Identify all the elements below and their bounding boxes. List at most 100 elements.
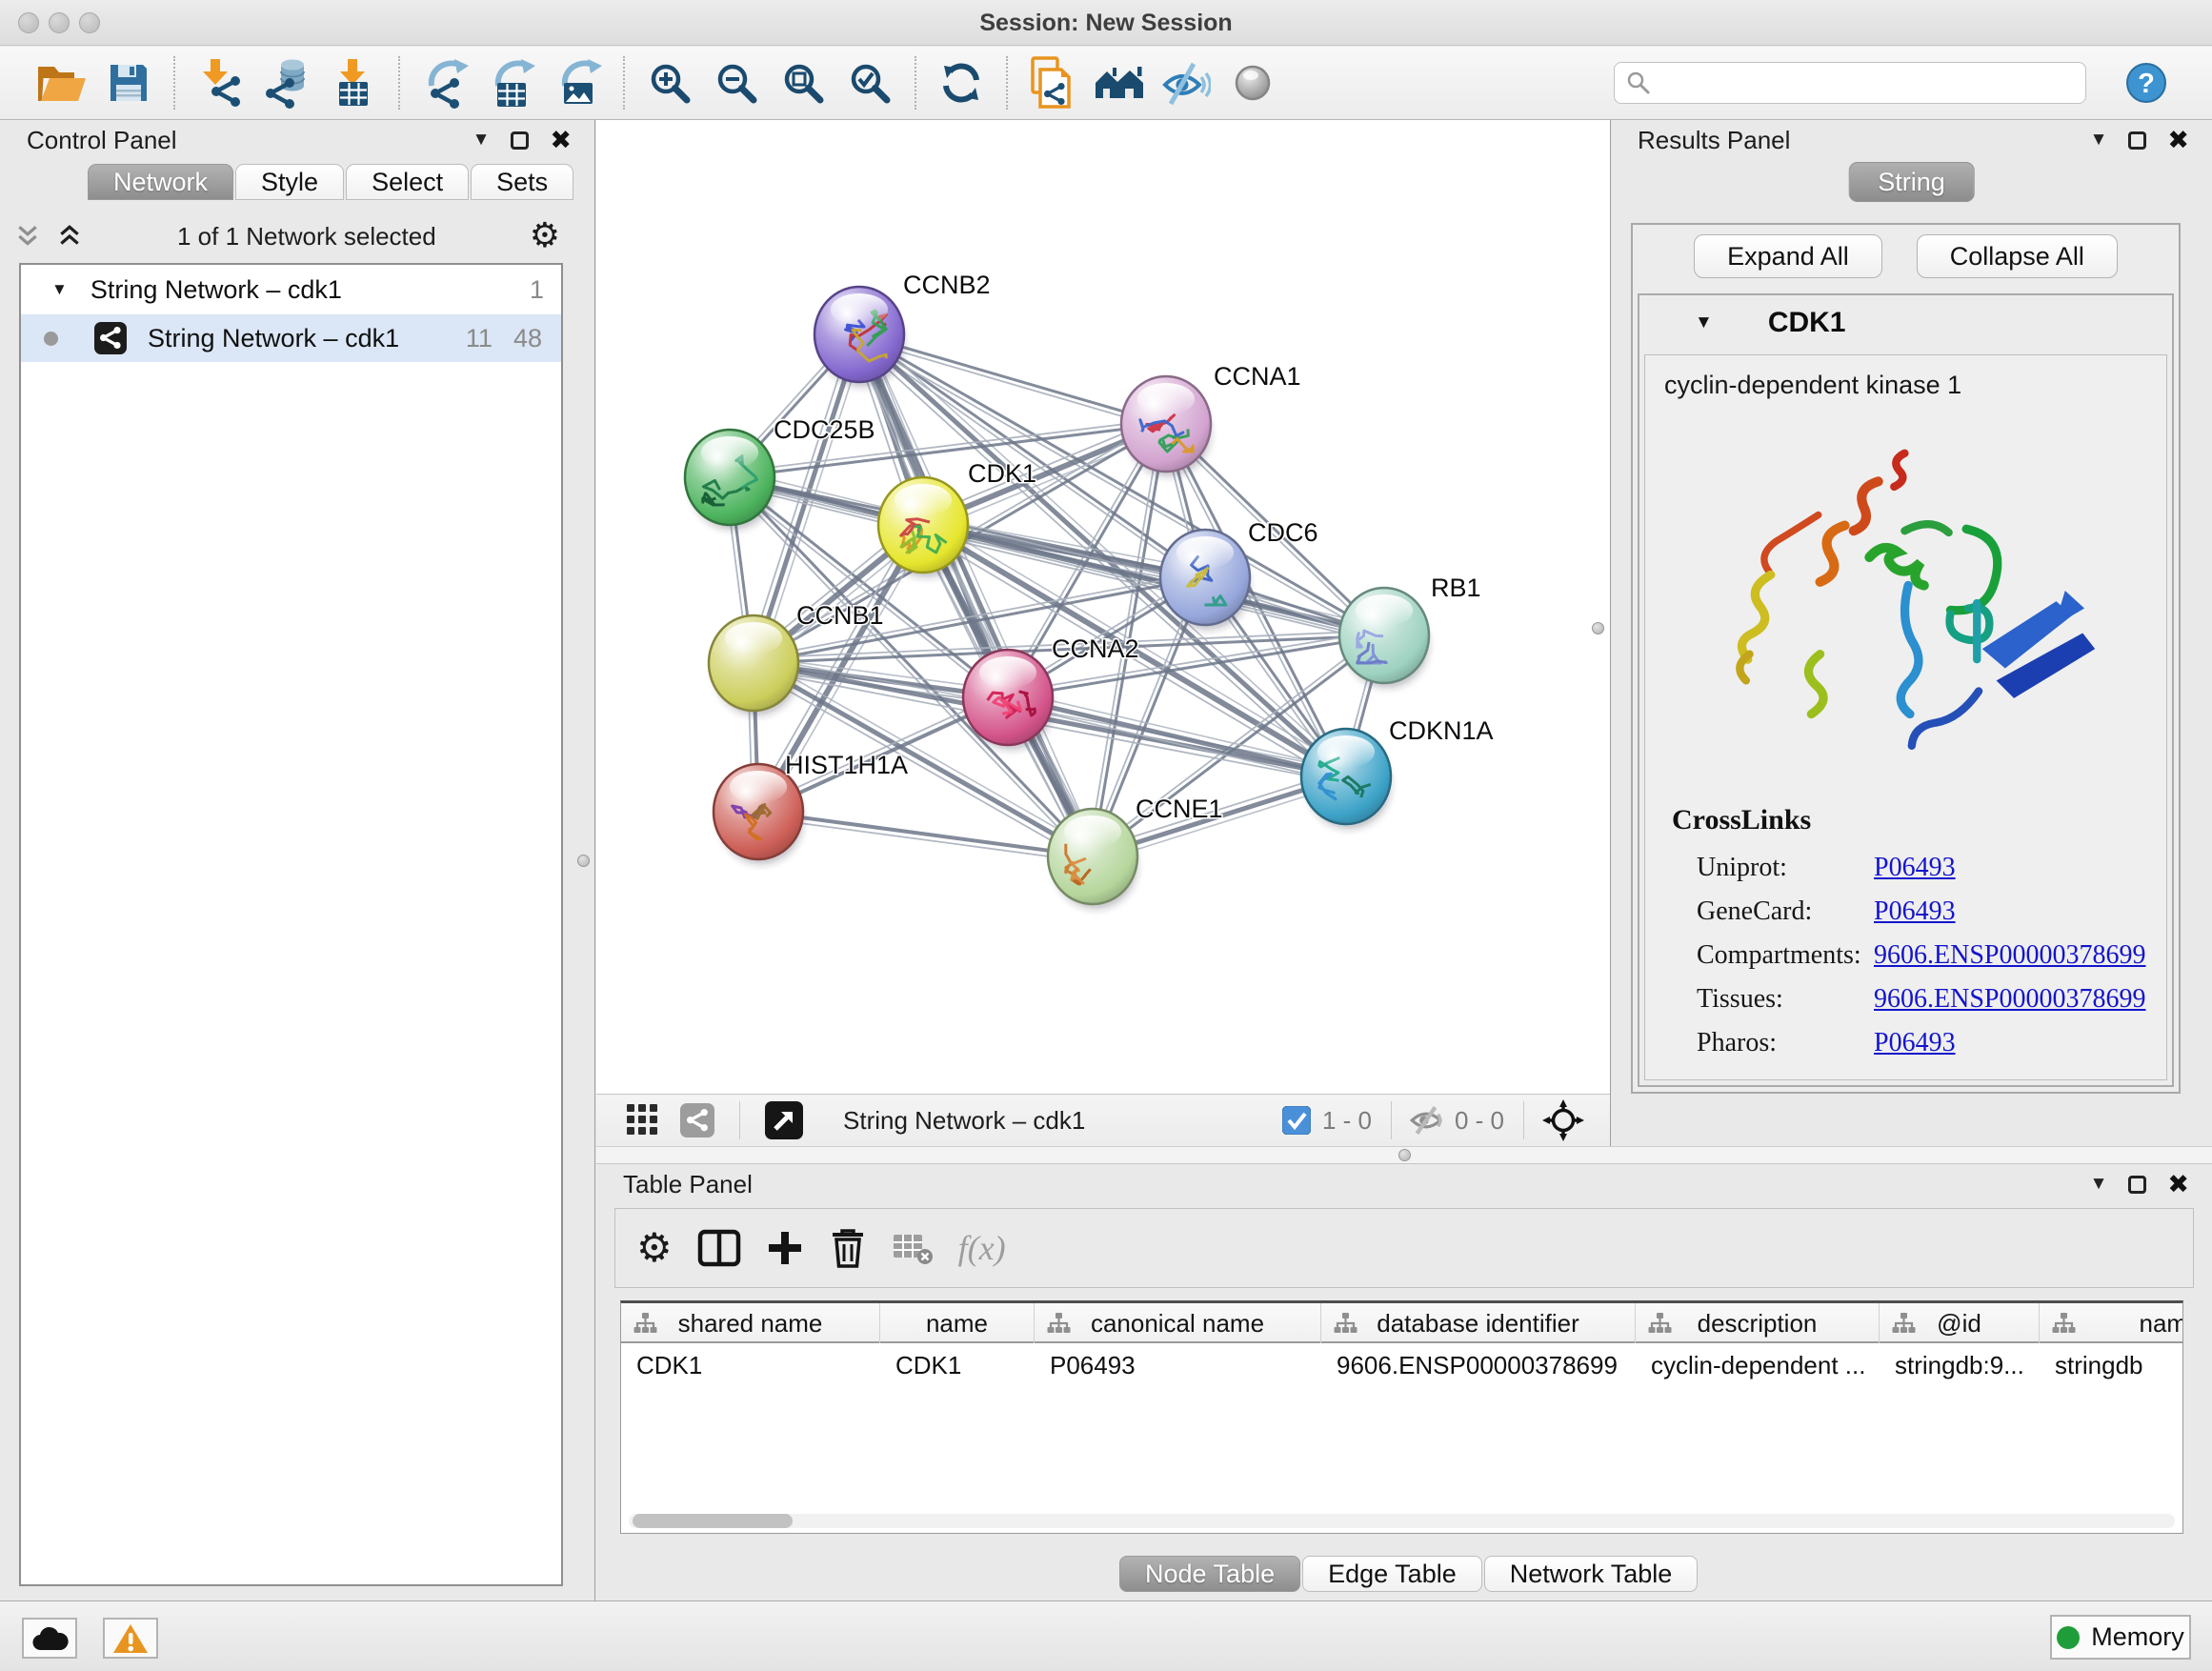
column-header-id[interactable]: @id (1880, 1303, 2040, 1343)
table-cell[interactable]: cyclin-dependent ... (1636, 1343, 1880, 1387)
network-node-RB1[interactable]: RB1 (1339, 574, 1481, 688)
shared-column-icon (2051, 1312, 2077, 1336)
show-hidden-button[interactable] (1219, 52, 1286, 113)
table-cell[interactable]: stringdb (2040, 1343, 2183, 1387)
network-options-gear-icon[interactable]: ⚙ (530, 219, 560, 253)
collection-caret-icon[interactable]: ▼ (51, 280, 68, 299)
show-columns-icon[interactable] (697, 1229, 741, 1267)
close-panel-icon[interactable]: ✖ (550, 131, 572, 150)
zoom-in-button[interactable] (636, 52, 703, 113)
network-node-CCNA1[interactable]: CCNA1 (1121, 362, 1301, 476)
table-cell[interactable]: P06493 (1035, 1343, 1321, 1387)
column-header-database-identifier[interactable]: database identifier (1321, 1303, 1636, 1343)
network-node-CDK1[interactable]: CDK1 (878, 459, 1036, 577)
network-edges[interactable] (725, 330, 1386, 863)
column-header-shared-name[interactable]: shared name (621, 1303, 880, 1343)
tab-string[interactable]: String (1848, 162, 1975, 202)
crosslink-link[interactable]: 9606.ENSP00000378699 (1874, 984, 2145, 1015)
zoom-fit-button[interactable] (770, 52, 836, 113)
import-network-database-button[interactable] (253, 52, 320, 113)
column-header-namespac[interactable]: namespac (2040, 1303, 2183, 1343)
pan-crosshair-icon[interactable] (1541, 1098, 1585, 1142)
zoom-selected-button[interactable] (836, 52, 903, 113)
horizontal-splitter[interactable] (596, 1146, 2212, 1164)
column-header-description[interactable]: description (1636, 1303, 1880, 1343)
tab-select[interactable]: Select (346, 164, 469, 200)
zoom-out-button[interactable] (703, 52, 770, 113)
tab-network-table[interactable]: Network Table (1484, 1556, 1699, 1592)
birds-eye-view-icon[interactable] (765, 1101, 803, 1139)
help-button[interactable]: ? (2113, 52, 2180, 113)
crosslink-link[interactable]: P06493 (1874, 853, 1956, 883)
expand-all-icon[interactable] (55, 224, 84, 249)
crosslink-link[interactable]: P06493 (1874, 896, 1956, 927)
crosslink-link[interactable]: P06493 (1874, 1028, 1956, 1058)
delete-table-icon-disabled[interactable] (892, 1231, 934, 1265)
apply-layout-button[interactable] (928, 52, 995, 113)
cloud-status-button[interactable] (22, 1618, 77, 1659)
scrollbar-thumb[interactable] (633, 1514, 793, 1528)
float-panel-icon[interactable] (2128, 131, 2146, 150)
warnings-button[interactable] (103, 1618, 158, 1659)
table-cell[interactable]: CDK1 (880, 1343, 1035, 1387)
search-input[interactable] (1659, 66, 2085, 100)
table-options-gear-icon[interactable]: ⚙ (636, 1231, 673, 1265)
column-label: @id (1937, 1309, 1981, 1339)
table-cell[interactable]: 9606.ENSP00000378699 (1321, 1343, 1636, 1387)
table-row[interactable]: CDK1CDK1P064939606.ENSP00000378699cyclin… (621, 1343, 2183, 1387)
close-panel-icon[interactable]: ✖ (2167, 1175, 2189, 1194)
grid-view-icon[interactable] (627, 1104, 659, 1137)
collapse-all-icon[interactable] (13, 224, 42, 249)
export-image-button[interactable] (545, 52, 612, 113)
memory-button[interactable]: Memory (2050, 1615, 2191, 1660)
open-session-button[interactable] (29, 52, 95, 113)
network-node-CDKN1A[interactable]: CDKN1A (1301, 716, 1494, 829)
export-network-button[interactable] (412, 52, 478, 113)
save-session-button[interactable] (95, 52, 162, 113)
panel-menu-icon[interactable]: ▼ (2090, 130, 2108, 151)
add-column-icon[interactable] (766, 1229, 804, 1267)
function-builder-icon-disabled[interactable]: f(x) (958, 1228, 1006, 1268)
import-network-file-button[interactable] (187, 52, 253, 113)
float-panel-icon[interactable] (511, 131, 529, 150)
panel-menu-icon[interactable]: ▼ (473, 130, 491, 151)
delete-column-trash-icon[interactable] (829, 1226, 867, 1270)
horizontal-scrollbar[interactable] (629, 1514, 2175, 1528)
network-node-CCNE1[interactable]: CCNE1 (1048, 795, 1223, 909)
svg-text:CDC6: CDC6 (1248, 518, 1318, 547)
export-table-button[interactable] (478, 52, 545, 113)
network-row[interactable]: String Network – cdk1 11 48 (21, 314, 561, 362)
network-node-HIST1H1A[interactable]: HIST1H1A (714, 751, 908, 864)
gene-section-header[interactable]: ▼ CDK1 (1639, 295, 2172, 351)
table-cell[interactable]: CDK1 (621, 1343, 880, 1387)
tab-sets[interactable]: Sets (471, 164, 573, 200)
panel-menu-icon[interactable]: ▼ (2090, 1174, 2108, 1195)
column-header-canonical-name[interactable]: canonical name (1035, 1303, 1321, 1343)
gene-caret-icon[interactable]: ▼ (1695, 312, 1713, 333)
selected-checkbox-icon[interactable] (1282, 1106, 1311, 1135)
tab-network[interactable]: Network (88, 164, 233, 200)
network-view-canvas[interactable]: CCNB2 CCNA1 CDC25B CDK1 CDC6 (596, 120, 1610, 1094)
collapse-all-button[interactable]: Collapse All (1917, 234, 2118, 278)
tab-style[interactable]: Style (235, 164, 344, 200)
float-panel-icon[interactable] (2128, 1176, 2146, 1194)
tab-node-table[interactable]: Node Table (1119, 1556, 1300, 1592)
tab-edge-table[interactable]: Edge Table (1302, 1556, 1482, 1592)
home-networks-button[interactable] (1086, 52, 1153, 113)
network-collection-row[interactable]: ▼ String Network – cdk1 1 (21, 265, 561, 314)
hide-selected-button[interactable] (1153, 52, 1219, 113)
vertical-splitter-handle-left[interactable] (577, 855, 590, 867)
network-view-icon[interactable] (680, 1103, 714, 1137)
import-table-button[interactable] (320, 52, 387, 113)
close-panel-icon[interactable]: ✖ (2167, 131, 2189, 150)
expand-all-button[interactable]: Expand All (1694, 234, 1882, 278)
column-header-name[interactable]: name (880, 1303, 1035, 1343)
crosslink-link[interactable]: 9606.ENSP00000378699 (1874, 940, 2145, 971)
table-cell[interactable]: stringdb:9... (1880, 1343, 2040, 1387)
splitter-handle[interactable] (1398, 1149, 1411, 1161)
network-graph[interactable]: CCNB2 CCNA1 CDC25B CDK1 CDC6 (596, 120, 1610, 1094)
string-protein-query-button[interactable] (1019, 52, 1086, 113)
search-field[interactable] (1614, 62, 2086, 104)
node-table[interactable]: shared namenamecanonical namedatabase id… (620, 1300, 2183, 1534)
vertical-splitter-handle-right[interactable] (1592, 622, 1604, 634)
